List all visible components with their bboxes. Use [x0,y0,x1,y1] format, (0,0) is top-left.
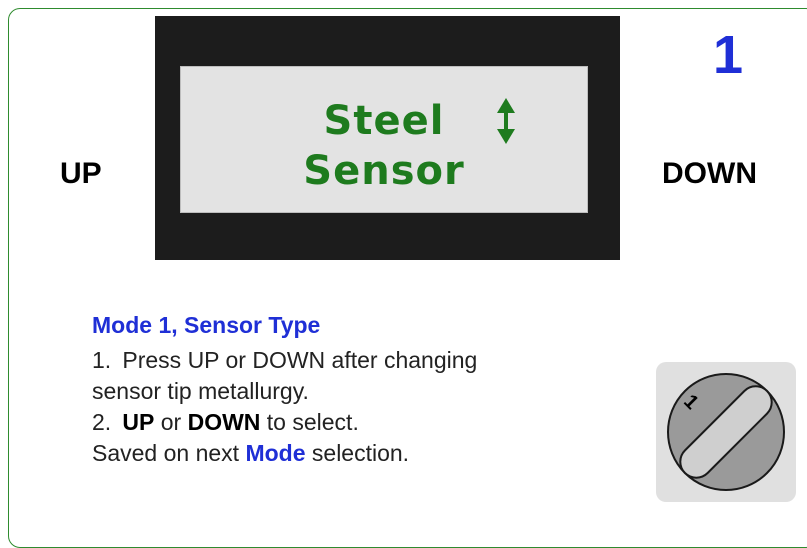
instruction-item-2: 2. UP or DOWN to select. [92,407,652,438]
lcd-display: Steel Sensor [155,16,620,260]
up-keyword: UP [122,409,155,435]
rotary-selector-knob-icon [667,373,785,491]
saved-suffix: selection. [305,440,410,466]
lcd-screen: Steel Sensor [180,66,588,213]
mode-selector-knob[interactable]: 1 [656,362,796,502]
instruction-item-1: 1. Press UP or DOWN after changing [92,345,652,376]
instructions: Mode 1, Sensor Type 1. Press UP or DOWN … [92,312,652,469]
lcd-line-2: Sensor [303,148,465,194]
or-text: or [154,409,188,435]
instructions-title: Mode 1, Sensor Type [92,312,321,338]
item-text: sensor tip metallurgy. [92,378,309,404]
up-down-arrow-icon [497,98,515,144]
mode-keyword: Mode [245,440,306,466]
item-text: Press UP or DOWN after changing [122,347,478,373]
instruction-item-1-cont: sensor tip metallurgy. [92,376,652,407]
instruction-item-2-cont: Saved on next Mode selection. [92,438,652,469]
select-text: to select. [260,409,359,435]
down-keyword: DOWN [187,409,261,435]
saved-prefix: Saved on next [92,440,246,466]
item-number: 2. [92,409,112,435]
up-button-label[interactable]: UP [60,157,102,191]
mode-number: 1 [713,25,744,85]
down-button-label[interactable]: DOWN [662,157,757,191]
item-number: 1. [92,347,112,373]
lcd-line-1: Steel [323,98,445,144]
